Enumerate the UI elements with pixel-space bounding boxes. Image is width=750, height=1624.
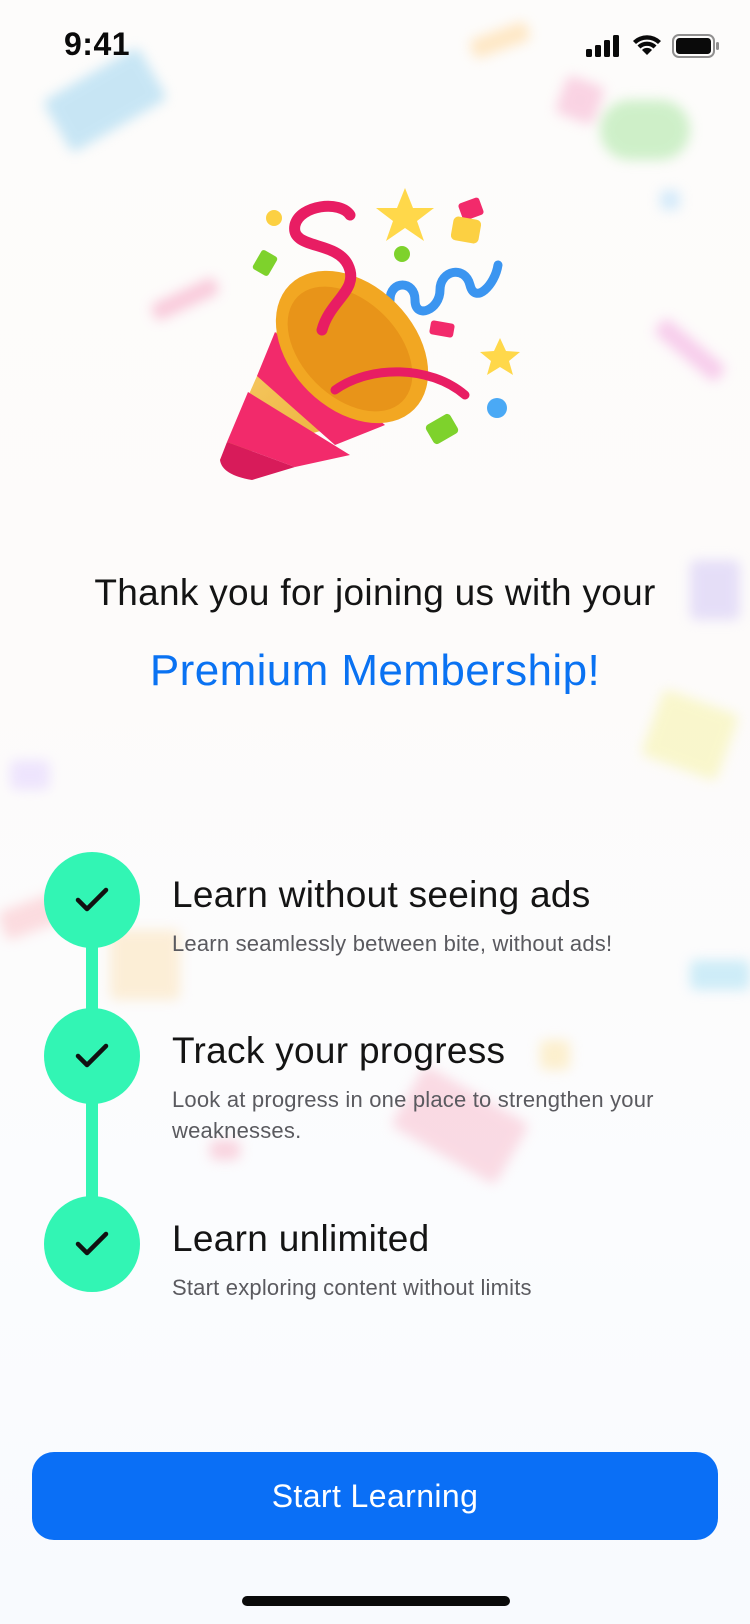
feature-3-title: Learn unlimited (172, 1218, 430, 1259)
feature-3-check (44, 1196, 140, 1292)
check-icon (75, 887, 109, 912)
home-indicator (242, 1596, 510, 1606)
wifi-icon (632, 35, 662, 62)
battery-icon (672, 34, 720, 63)
status-icons (586, 34, 720, 63)
headline: Thank you for joining us with your (94, 572, 656, 613)
feature-1-title: Learn without seeing ads (172, 874, 591, 915)
membership-title: Premium Membership! (149, 646, 601, 695)
check-icon (75, 1043, 109, 1068)
start-learning-button[interactable]: Start Learning (32, 1452, 718, 1540)
signal-icon (586, 35, 622, 62)
feature-1-description: Learn seamlessly between bite, without a… (172, 931, 613, 956)
check-icon (75, 1231, 109, 1256)
status-time: 9:41 (64, 26, 131, 62)
feature-3-description: Start exploring content without limits (172, 1275, 532, 1300)
feature-2-title: Track your progress (172, 1030, 506, 1071)
feature-1-check (44, 852, 140, 948)
success-screen: 9:41 Thank you for joining us with your … (0, 0, 750, 1624)
feature-2-check (44, 1008, 140, 1104)
party-popper-icon (200, 170, 560, 510)
status-bar: 9:41 (0, 0, 750, 92)
feature-2-description: Look at progress in one place to strengt… (172, 1087, 654, 1143)
